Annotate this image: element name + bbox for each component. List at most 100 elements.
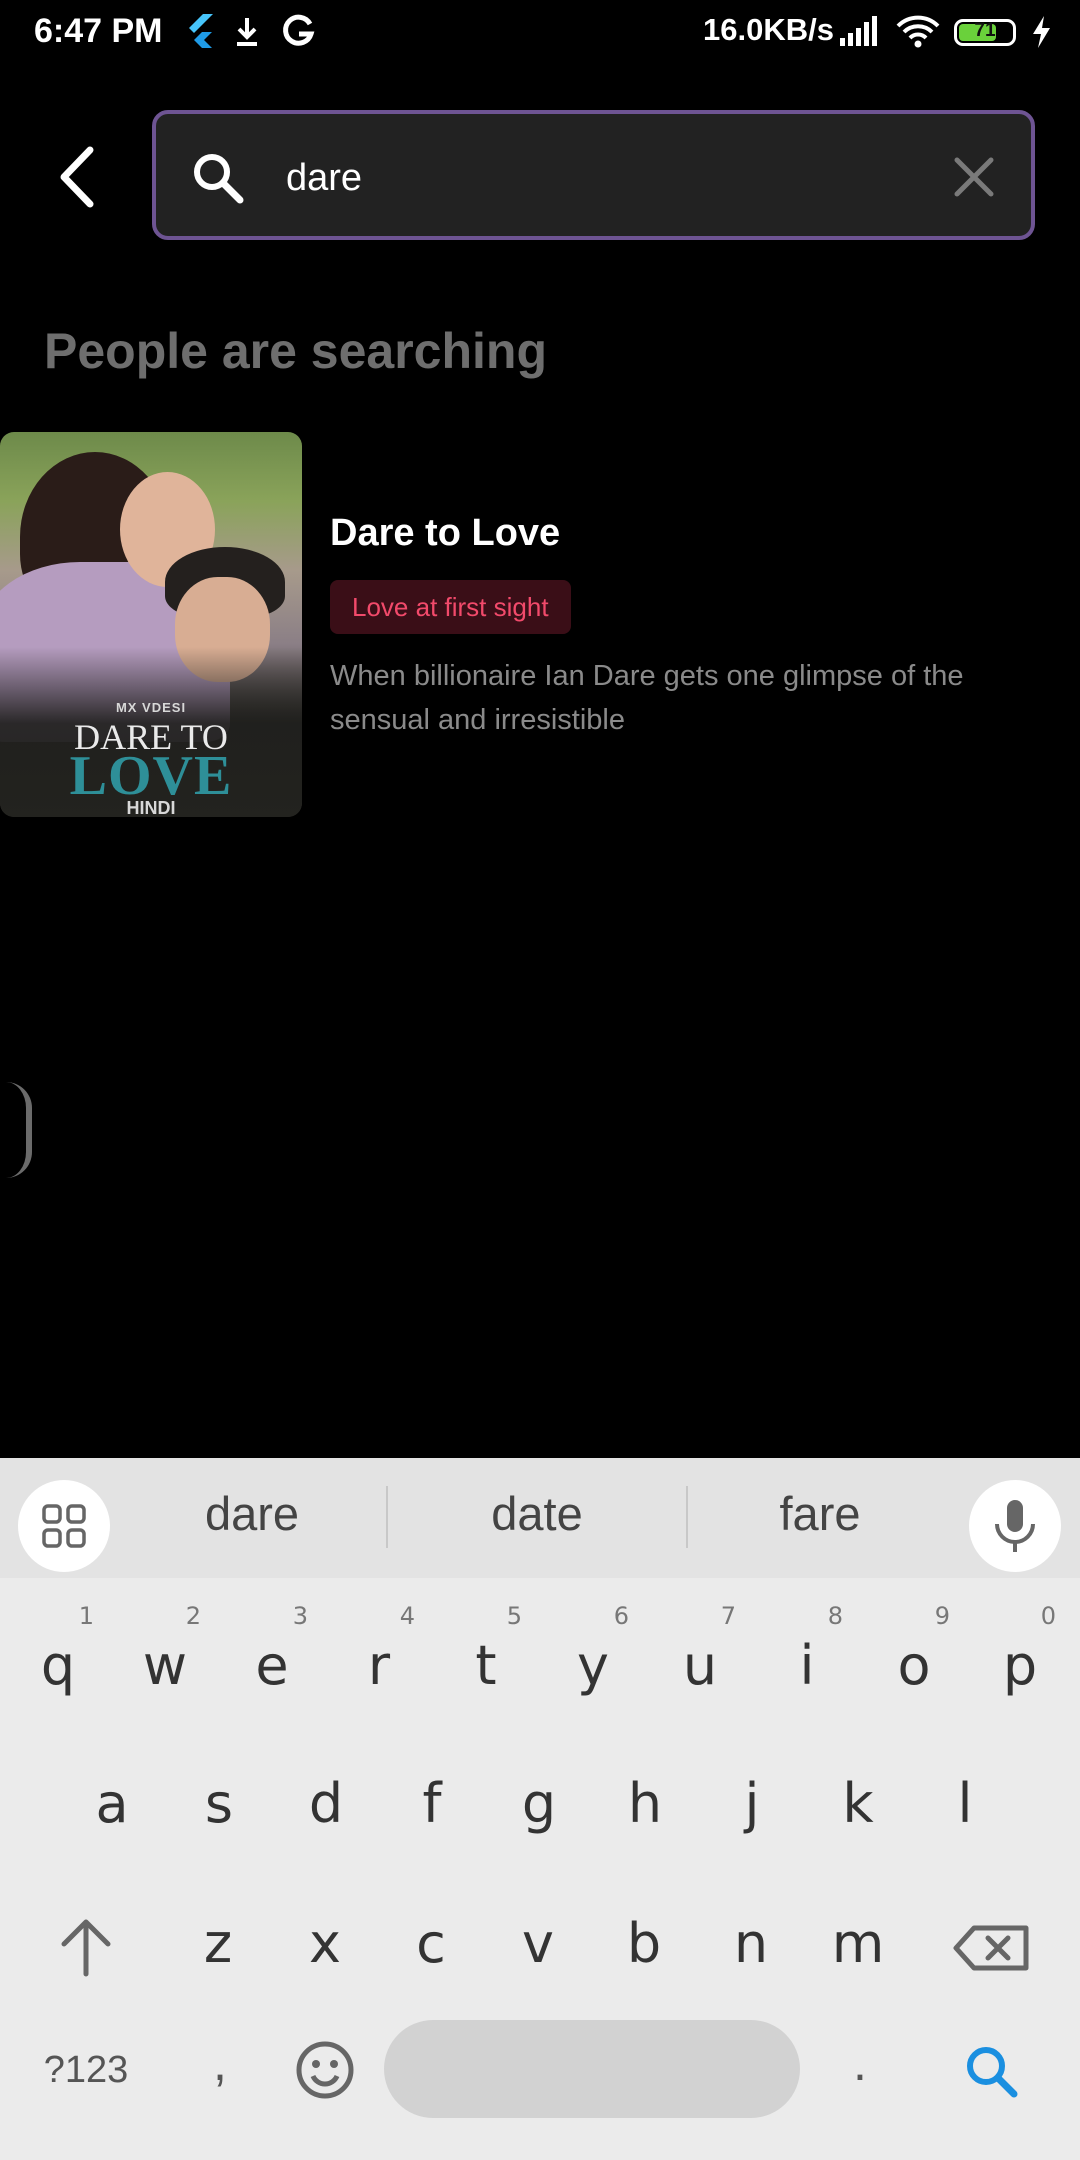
key-hint: 3 xyxy=(292,1602,308,1630)
suggestion-2[interactable]: date xyxy=(407,1486,667,1541)
key-label: j xyxy=(744,1772,760,1835)
divider xyxy=(686,1486,688,1548)
key-label: m xyxy=(831,1912,885,1975)
search-icon xyxy=(190,150,246,211)
shift-arrow-icon xyxy=(36,1919,136,2002)
voice-input-button[interactable] xyxy=(969,1480,1061,1572)
wifi-icon xyxy=(894,12,942,57)
key-label: n xyxy=(733,1912,769,1975)
key-label: s xyxy=(204,1772,234,1835)
google-icon xyxy=(280,12,316,57)
key-h[interactable]: h xyxy=(595,1736,695,1856)
key-hint: 5 xyxy=(506,1602,522,1630)
key-label: p xyxy=(1002,1634,1038,1697)
status-bar: 6:47 PM 16.0KB/s 71 xyxy=(0,0,1080,66)
section-title: People are searching xyxy=(44,323,548,379)
key-k[interactable]: k xyxy=(808,1736,908,1856)
keyboard: dare date fare q1 w2 e3 r4 t5 y6 u7 i8 o… xyxy=(0,1458,1080,2160)
key-label: z xyxy=(203,1912,233,1975)
result-description: When billionaire Ian Dare gets one glimp… xyxy=(330,660,964,736)
key-label: d xyxy=(308,1772,344,1835)
key-m[interactable]: m xyxy=(808,1876,908,1996)
edge-swipe-handle xyxy=(6,1082,32,1178)
key-label: w xyxy=(142,1634,188,1697)
key-label: e xyxy=(255,1634,289,1697)
key-c[interactable]: c xyxy=(381,1876,481,1996)
key-label: v xyxy=(522,1912,554,1975)
key-d[interactable]: d xyxy=(276,1736,376,1856)
divider xyxy=(386,1486,388,1548)
key-label: r xyxy=(367,1634,391,1697)
status-time: 6:47 PM xyxy=(34,12,163,50)
apps-grid-icon xyxy=(18,1504,110,1576)
key-f[interactable]: f xyxy=(382,1736,482,1856)
key-label: k xyxy=(842,1772,874,1835)
key-q[interactable]: q1 xyxy=(8,1598,108,1718)
back-button[interactable] xyxy=(50,142,110,212)
key-label: f xyxy=(422,1772,442,1835)
apps-button[interactable] xyxy=(18,1480,110,1572)
suggestion-bar: dare date fare xyxy=(0,1458,1080,1578)
close-icon[interactable] xyxy=(951,154,997,205)
key-x[interactable]: x xyxy=(275,1876,375,1996)
search-input[interactable] xyxy=(284,142,928,214)
genre-tag: Love at first sight xyxy=(330,580,571,634)
comma-key[interactable]: , xyxy=(180,2018,260,2108)
key-hint: 9 xyxy=(934,1602,950,1630)
key-y[interactable]: y6 xyxy=(543,1598,643,1718)
key-hint: 2 xyxy=(185,1602,201,1630)
key-l[interactable]: l xyxy=(915,1736,1015,1856)
key-label: u xyxy=(682,1634,718,1697)
search-icon xyxy=(952,2047,1032,2116)
search-action-key[interactable] xyxy=(952,2028,1032,2112)
key-label: x xyxy=(309,1912,341,1975)
key-label: l xyxy=(957,1772,973,1835)
search-result-item[interactable]: MX VDESI DARE TO LOVE HINDI Dare to Love… xyxy=(0,432,1080,817)
key-t[interactable]: t5 xyxy=(436,1598,536,1718)
key-hint: 7 xyxy=(720,1602,736,1630)
space-bar[interactable] xyxy=(384,2020,800,2118)
key-b[interactable]: b xyxy=(594,1876,694,1996)
key-hint: 6 xyxy=(613,1602,629,1630)
key-u[interactable]: u7 xyxy=(650,1598,750,1718)
key-g[interactable]: g xyxy=(489,1736,589,1856)
key-e[interactable]: e3 xyxy=(222,1598,322,1718)
download-icon xyxy=(232,12,262,57)
key-j[interactable]: j xyxy=(702,1736,802,1856)
poster-language: HINDI xyxy=(126,798,176,817)
microphone-icon xyxy=(969,1500,1061,1576)
chevron-left-icon xyxy=(50,146,110,216)
key-a[interactable]: a xyxy=(62,1736,162,1856)
key-n[interactable]: n xyxy=(701,1876,801,1996)
charging-icon xyxy=(1028,12,1054,57)
key-o[interactable]: o9 xyxy=(864,1598,964,1718)
key-p[interactable]: p0 xyxy=(970,1598,1070,1718)
key-r[interactable]: r4 xyxy=(329,1598,429,1718)
period-key[interactable]: . xyxy=(820,2018,900,2108)
search-box[interactable] xyxy=(152,110,1035,240)
suggestion-3[interactable]: fare xyxy=(690,1486,950,1541)
key-label: i xyxy=(799,1634,815,1697)
symbols-key[interactable]: ?123 xyxy=(28,2030,144,2110)
key-hint: 8 xyxy=(827,1602,843,1630)
backspace-key[interactable] xyxy=(942,1898,1042,1998)
key-w[interactable]: w2 xyxy=(115,1598,215,1718)
key-label: h xyxy=(627,1772,663,1835)
backspace-icon xyxy=(942,1925,1042,2002)
suggestion-1[interactable]: dare xyxy=(122,1486,382,1541)
key-z[interactable]: z xyxy=(168,1876,268,1996)
key-label: o xyxy=(897,1634,931,1697)
poster-brand: MX VDESI xyxy=(115,700,187,715)
key-i[interactable]: i8 xyxy=(757,1598,857,1718)
key-hint: 1 xyxy=(78,1602,94,1630)
shift-key[interactable] xyxy=(36,1898,136,1998)
result-title[interactable]: Dare to Love xyxy=(330,512,560,555)
key-v[interactable]: v xyxy=(488,1876,588,1996)
key-label: c xyxy=(416,1912,446,1975)
key-s[interactable]: s xyxy=(169,1736,269,1856)
network-speed: 16.0KB/s xyxy=(703,12,834,47)
flutter-icon xyxy=(185,12,215,57)
poster-image[interactable]: MX VDESI DARE TO LOVE HINDI xyxy=(0,432,302,817)
emoji-key[interactable] xyxy=(290,2030,360,2110)
key-label: g xyxy=(521,1772,557,1835)
